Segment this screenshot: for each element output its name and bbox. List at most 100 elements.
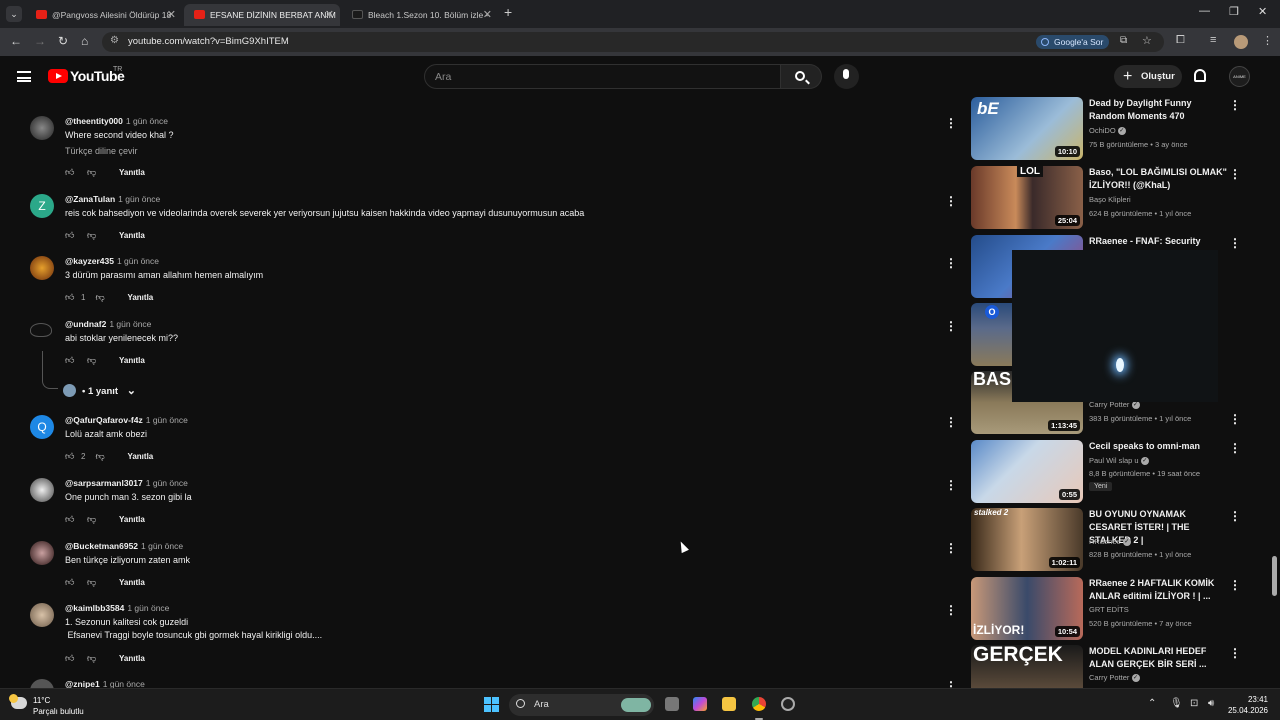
channel-name[interactable]: RRaenee ✓ [1089, 537, 1131, 547]
translate-link[interactable]: Türkçe diline çevir [65, 146, 138, 156]
like-icon[interactable]: 👍︎ [65, 451, 75, 461]
like-icon[interactable]: 👍︎ [65, 167, 75, 177]
hamburger-menu-icon[interactable] [17, 71, 31, 82]
channel-name[interactable]: Paul Wil slap u ✓ [1089, 456, 1149, 466]
restore-button[interactable]: ❐ [1229, 5, 1239, 18]
comment-time[interactable]: 1 gün önce [141, 541, 183, 551]
close-tab-icon[interactable]: ✕ [167, 4, 176, 26]
reply-button[interactable]: Yanıtla [127, 293, 153, 302]
comment-time[interactable]: 1 gün önce [146, 415, 188, 425]
back-arrow-icon[interactable]: ← [10, 34, 22, 48]
comment-menu-icon[interactable]: ⋮ [945, 256, 957, 270]
search-button[interactable] [781, 64, 822, 89]
comment-menu-icon[interactable]: ⋮ [945, 319, 957, 333]
avatar[interactable] [30, 116, 54, 140]
weather-icon[interactable] [9, 694, 27, 709]
show-hidden-icons-icon[interactable]: ⌃ [1148, 698, 1156, 709]
video-title[interactable]: Dead by Daylight Funny Random Moments 47… [1089, 97, 1229, 123]
tab-search-icon[interactable]: ⌄ [6, 6, 22, 22]
site-info-icon[interactable]: ⚙ [110, 35, 119, 46]
video-title[interactable]: RRaenee 2 HAFTALIK KOMİK ANLAR editimi İ… [1089, 577, 1229, 603]
google-ask-button[interactable]: Google'a Sor [1036, 35, 1110, 49]
comment-author[interactable]: @theentity000 [65, 116, 123, 126]
like-icon[interactable]: 👍︎ [65, 355, 75, 365]
profile-avatar[interactable] [1234, 35, 1248, 49]
like-icon[interactable]: 👍︎ [65, 292, 75, 302]
copilot-icon[interactable] [693, 697, 707, 711]
close-window-button[interactable]: ✕ [1258, 5, 1267, 18]
comment-author[interactable]: @kaimlbb3584 [65, 603, 124, 613]
comment-menu-icon[interactable]: ⋮ [945, 415, 957, 429]
comment-time[interactable]: 1 gün önce [117, 256, 159, 266]
comment-author[interactable]: @undnaf2 [65, 319, 106, 329]
video-menu-icon[interactable]: ⋮ [1229, 412, 1241, 426]
microphone-icon[interactable]: 🎙︎ [1170, 698, 1183, 709]
reply-button[interactable]: Yanıtla [119, 168, 145, 177]
like-icon[interactable]: 👍︎ [65, 577, 75, 587]
install-icon[interactable]: ⧉ [1120, 35, 1127, 46]
task-view-icon[interactable] [665, 697, 679, 711]
weather-widget[interactable]: 11°C Parçalı bulutlu [33, 695, 84, 717]
search-input[interactable] [435, 69, 755, 85]
comment-menu-icon[interactable]: ⋮ [945, 194, 957, 208]
channel-name[interactable]: GRT EDİTS [1089, 605, 1129, 614]
dislike-icon[interactable]: 👎︎ [95, 292, 105, 302]
extensions-icon[interactable]: ⧠ [1176, 34, 1185, 47]
system-clock[interactable]: 23:41 25.04.2026 [1224, 694, 1268, 716]
video-menu-icon[interactable]: ⋮ [1229, 98, 1241, 112]
file-explorer-icon[interactable] [722, 697, 736, 711]
reply-button[interactable]: Yanıtla [119, 515, 145, 524]
dislike-icon[interactable]: 👎︎ [87, 653, 97, 663]
youtube-logo-icon[interactable] [48, 69, 68, 83]
taskbar-search[interactable]: Ara [509, 694, 654, 716]
comment-time[interactable]: 1 gün önce [127, 603, 169, 613]
reply-button[interactable]: Yanıtla [119, 654, 145, 663]
browser-tab-2[interactable]: EFSANE DİZİNİN BERBAT ANİM ✕ [184, 4, 340, 26]
comment-time[interactable]: 1 gün önce [109, 319, 151, 329]
comment-author[interactable]: @QafurQafarov-f4z [65, 415, 143, 425]
like-icon[interactable]: 👍︎ [65, 653, 75, 663]
comment-author[interactable]: @sarpsarmanl3017 [65, 478, 143, 488]
forward-arrow-icon[interactable]: → [34, 34, 46, 48]
menu-kebab-icon[interactable]: ⋮ [1262, 34, 1273, 47]
browser-tab-3[interactable]: Bleach 1.Sezon 10. Bölüm izle - ✕ [342, 4, 498, 26]
avatar[interactable] [30, 603, 54, 627]
bookmark-star-icon[interactable]: ☆ [1142, 34, 1152, 47]
browser-tab-1[interactable]: @Pangvoss Ailesini Öldürüp 18 ✕ [26, 4, 182, 26]
volume-icon[interactable]: 🔊︎ [1208, 698, 1214, 709]
comment-menu-icon[interactable]: ⋮ [945, 541, 957, 555]
comment-author[interactable]: @ZanaTulan [65, 194, 115, 204]
reply-button[interactable]: Yanıtla [127, 452, 153, 461]
video-thumbnail[interactable]: İZLİYOR! 10:54 [971, 577, 1083, 640]
video-menu-icon[interactable]: ⋮ [1229, 646, 1241, 660]
notifications-bell-icon[interactable] [1194, 69, 1206, 82]
address-bar[interactable]: ⚙ youtube.com/watch?v=BimG9XhITEM Google… [102, 32, 1164, 52]
video-menu-icon[interactable]: ⋮ [1229, 236, 1241, 250]
new-tab-button[interactable]: + [504, 4, 512, 20]
like-icon[interactable]: 👍︎ [65, 230, 75, 240]
dislike-icon[interactable]: 👎︎ [87, 167, 97, 177]
comment-author[interactable]: @Bucketman6952 [65, 541, 138, 551]
voice-search-icon[interactable] [834, 64, 859, 89]
dislike-icon[interactable]: 👎︎ [87, 355, 97, 365]
video-thumbnail[interactable]: bE 10:10 [971, 97, 1083, 160]
comment-time[interactable]: 1 gün önce [126, 116, 168, 126]
video-menu-icon[interactable]: ⋮ [1229, 578, 1241, 592]
video-thumbnail[interactable]: LOL 25:04 [971, 166, 1083, 229]
reply-button[interactable]: Yanıtla [119, 356, 145, 365]
close-tab-icon[interactable]: ✕ [483, 4, 492, 26]
video-menu-icon[interactable]: ⋮ [1229, 167, 1241, 181]
video-thumbnail[interactable]: GERÇEK [971, 645, 1083, 688]
comment-menu-icon[interactable]: ⋮ [945, 478, 957, 492]
dislike-icon[interactable]: 👎︎ [87, 577, 97, 587]
app-icon[interactable] [781, 697, 795, 711]
avatar[interactable] [30, 323, 52, 337]
dislike-icon[interactable]: 👎︎ [87, 514, 97, 524]
close-tab-icon[interactable]: ✕ [325, 4, 334, 26]
reply-button[interactable]: Yanıtla [119, 231, 145, 240]
video-menu-icon[interactable]: ⋮ [1229, 509, 1241, 523]
video-title[interactable]: Cecil speaks to omni-man [1089, 440, 1229, 453]
dislike-icon[interactable]: 👎︎ [87, 230, 97, 240]
video-title[interactable]: Baso, "LOL BAĞIMLISI OLMAK" İZLİYOR!! (@… [1089, 166, 1229, 192]
comment-author[interactable]: @kayzer435 [65, 256, 114, 266]
